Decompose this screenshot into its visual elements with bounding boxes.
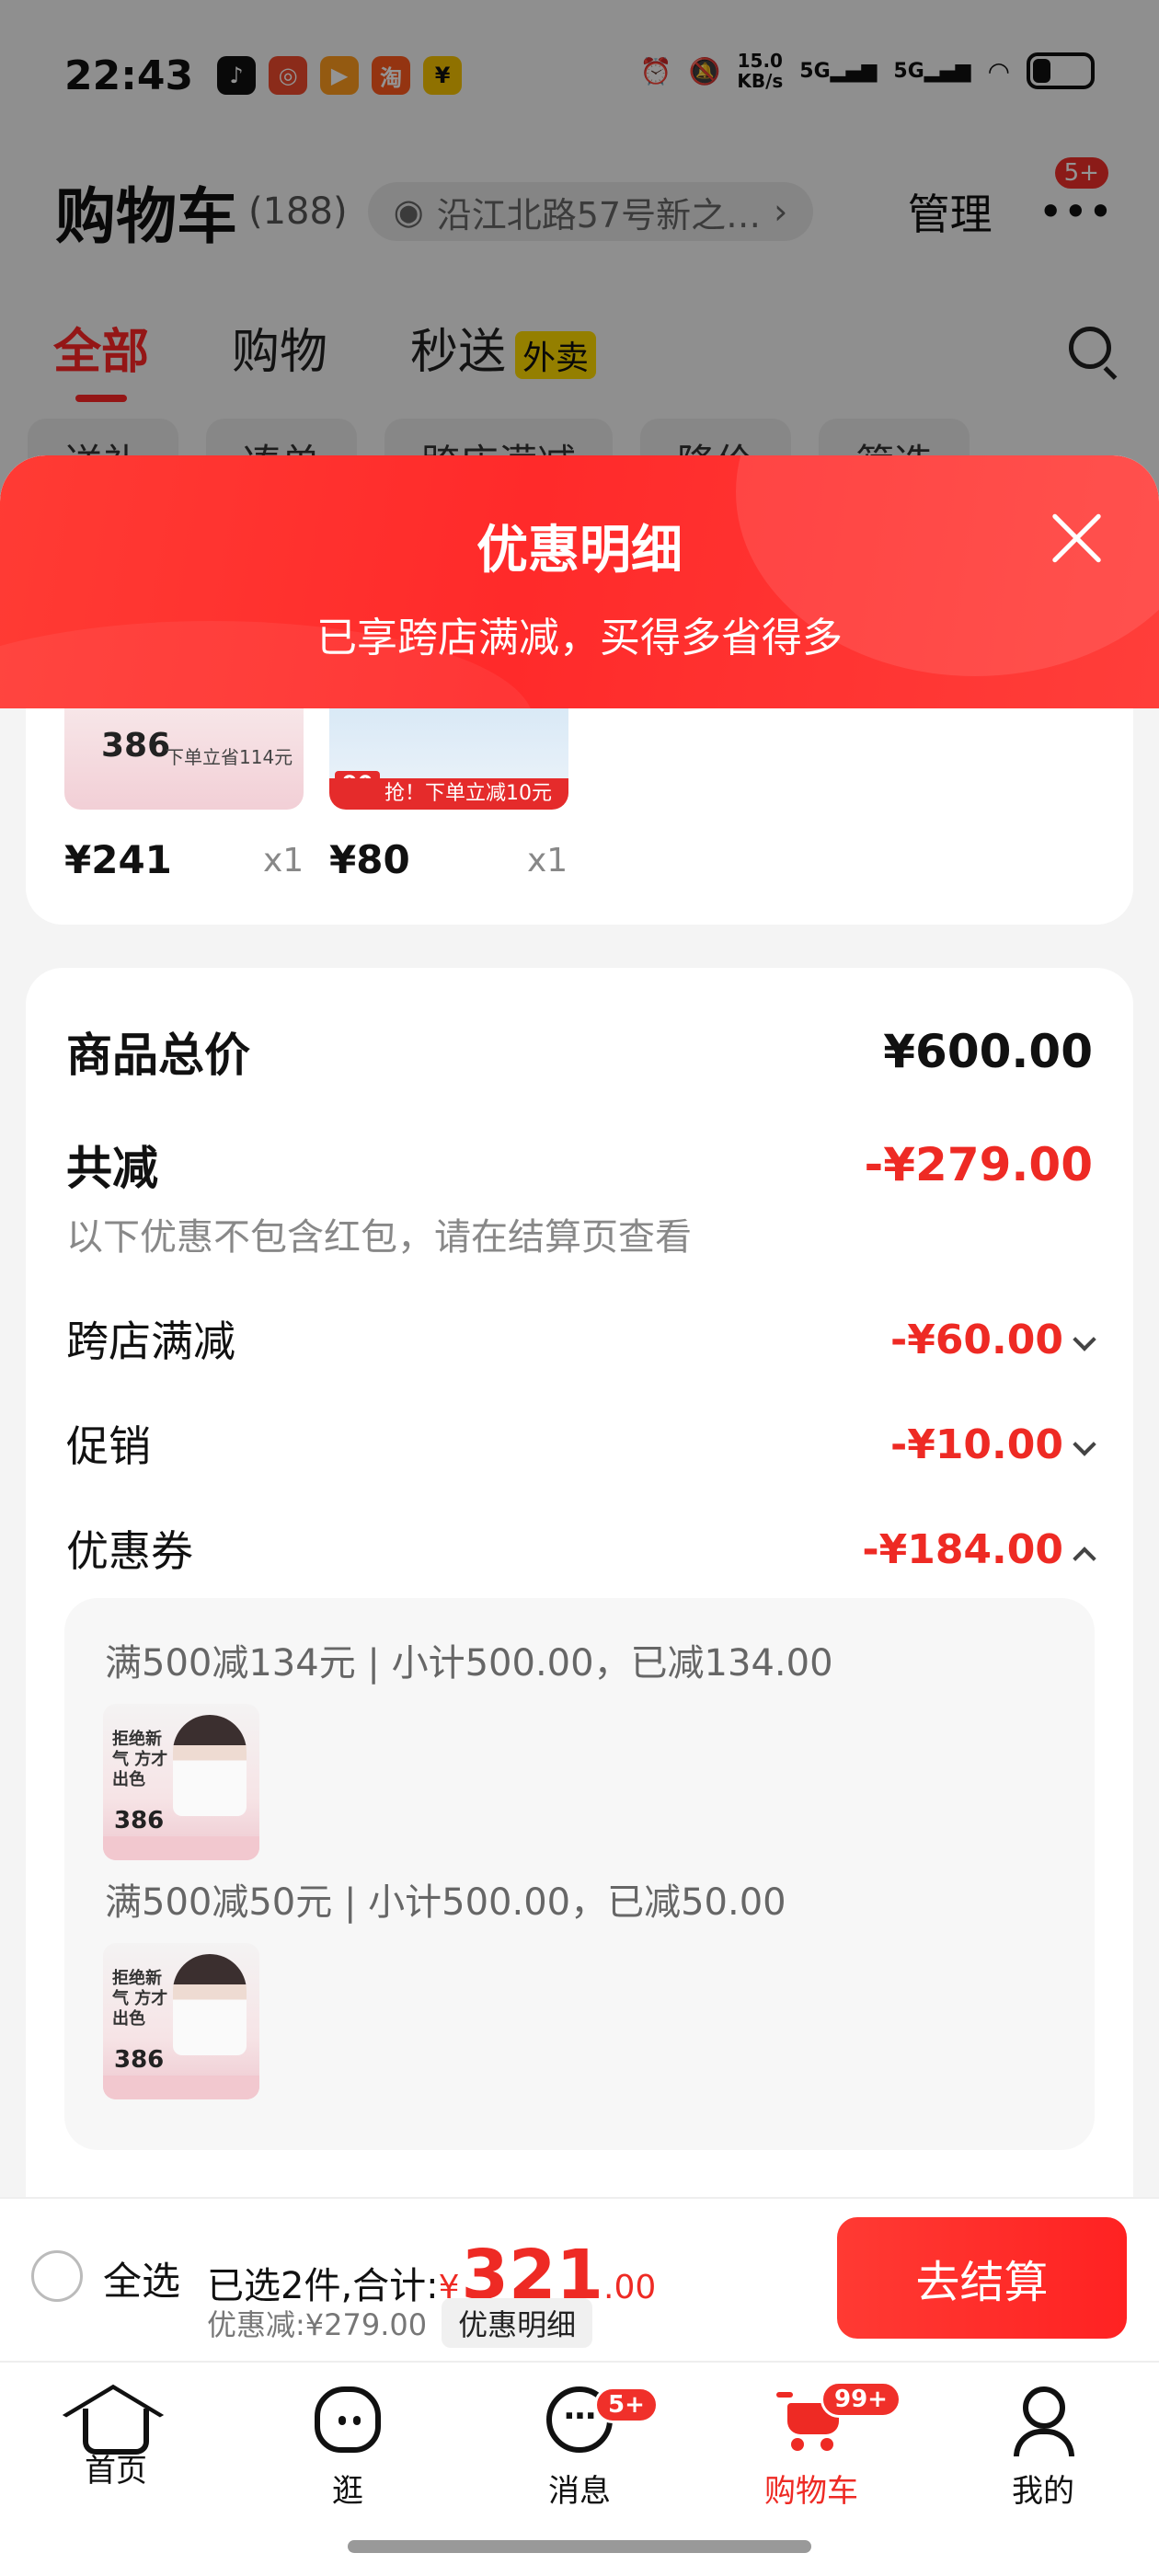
sheet-subtitle: 已享跨店满减，买得多省得多: [316, 615, 843, 661]
price-detail-card: 商品总价 ¥600.00 共减 -¥279.00 以下优惠不包含红包，请在结算页…: [26, 968, 1133, 2247]
coupon-line: 满500减134元 | 小计500.00，已减134.00: [105, 1642, 833, 1685]
discount-row-cross-store[interactable]: 跨店满减 -¥60.00: [66, 1308, 1096, 1369]
total-price-value: ¥600.00: [883, 1025, 1093, 1078]
discount-row-promotion[interactable]: 促销 -¥10.00: [66, 1413, 1096, 1474]
product-thumbnail: 386 下单立省114元: [64, 708, 304, 810]
nav-profile[interactable]: 我的: [951, 2377, 1135, 2511]
discount-summary: 优惠减:¥279.00 优惠明细: [207, 2298, 593, 2348]
thumb-caption: 下单立省114元: [166, 746, 293, 768]
home-icon: [83, 2409, 149, 2455]
total-reduce-value: -¥279.00: [864, 1138, 1094, 1191]
select-all-radio[interactable]: [31, 2250, 83, 2302]
coupon-product-thumbnail[interactable]: 拒绝新气 方才出色 386: [103, 1704, 259, 1860]
chevron-down-icon: [1073, 1432, 1096, 1456]
goods-item[interactable]: 90 抢！下单立减10元: [329, 708, 568, 810]
cart-badge: 99+: [820, 2381, 901, 2418]
discount-row-coupon[interactable]: 优惠券 -¥184.00: [66, 1518, 1096, 1579]
checkout-bar: 全选 已选2件,合计: ¥ 321 .00 优惠减:¥279.00 优惠明细 去…: [0, 2197, 1159, 2361]
message-icon: 5+: [546, 2386, 659, 2453]
coupon-line: 满500减50元 | 小计500.00，已减50.00: [105, 1881, 786, 1924]
discount-detail-button[interactable]: 优惠明细: [442, 2298, 593, 2348]
coupon-product-thumbnail[interactable]: 拒绝新气 方才出色 386: [103, 1943, 259, 2099]
goods-qty: x1: [527, 842, 568, 880]
select-all-label[interactable]: 全选: [103, 2250, 180, 2306]
product-thumbnail: 90 抢！下单立减10元: [329, 708, 568, 810]
cart-icon: 99+: [776, 2381, 901, 2453]
nav-browse[interactable]: 逛: [256, 2377, 440, 2511]
sheet-title: 优惠明细: [476, 521, 683, 581]
total-price-row: 商品总价 ¥600.00: [66, 1025, 1093, 1082]
goods-qty: x1: [263, 842, 304, 880]
chevron-down-icon: [1073, 1328, 1096, 1351]
goods-item[interactable]: 386 下单立省114元: [64, 708, 304, 810]
goods-price: ¥80: [329, 837, 410, 882]
selected-goods-card: 386 下单立省114元 ¥241 x1 90 抢！下单立减10元 ¥80 x1: [26, 708, 1133, 925]
total-reduce-row: 共减 -¥279.00: [66, 1138, 1094, 1195]
profile-icon: [1010, 2386, 1076, 2456]
chevron-up-icon: [1073, 1547, 1096, 1570]
checkout-button[interactable]: 去结算: [837, 2217, 1127, 2339]
sheet-header: 优惠明细 已享跨店满减，买得多省得多: [0, 455, 1159, 708]
coupon-details: 满500减134元 | 小计500.00，已减134.00 拒绝新气 方才出色 …: [64, 1598, 1095, 2150]
message-badge: 5+: [594, 2386, 659, 2423]
nav-cart[interactable]: 99+ 购物车: [719, 2377, 903, 2511]
nav-home[interactable]: 首页: [24, 2377, 208, 2490]
home-indicator[interactable]: [348, 2540, 811, 2553]
nav-messages[interactable]: 5+ 消息: [488, 2377, 671, 2511]
close-icon[interactable]: [1049, 511, 1104, 566]
browse-icon: [315, 2386, 381, 2453]
goods-price: ¥241: [64, 837, 172, 882]
discount-note: 以下优惠不包含红包，请在结算页查看: [66, 1216, 692, 1259]
